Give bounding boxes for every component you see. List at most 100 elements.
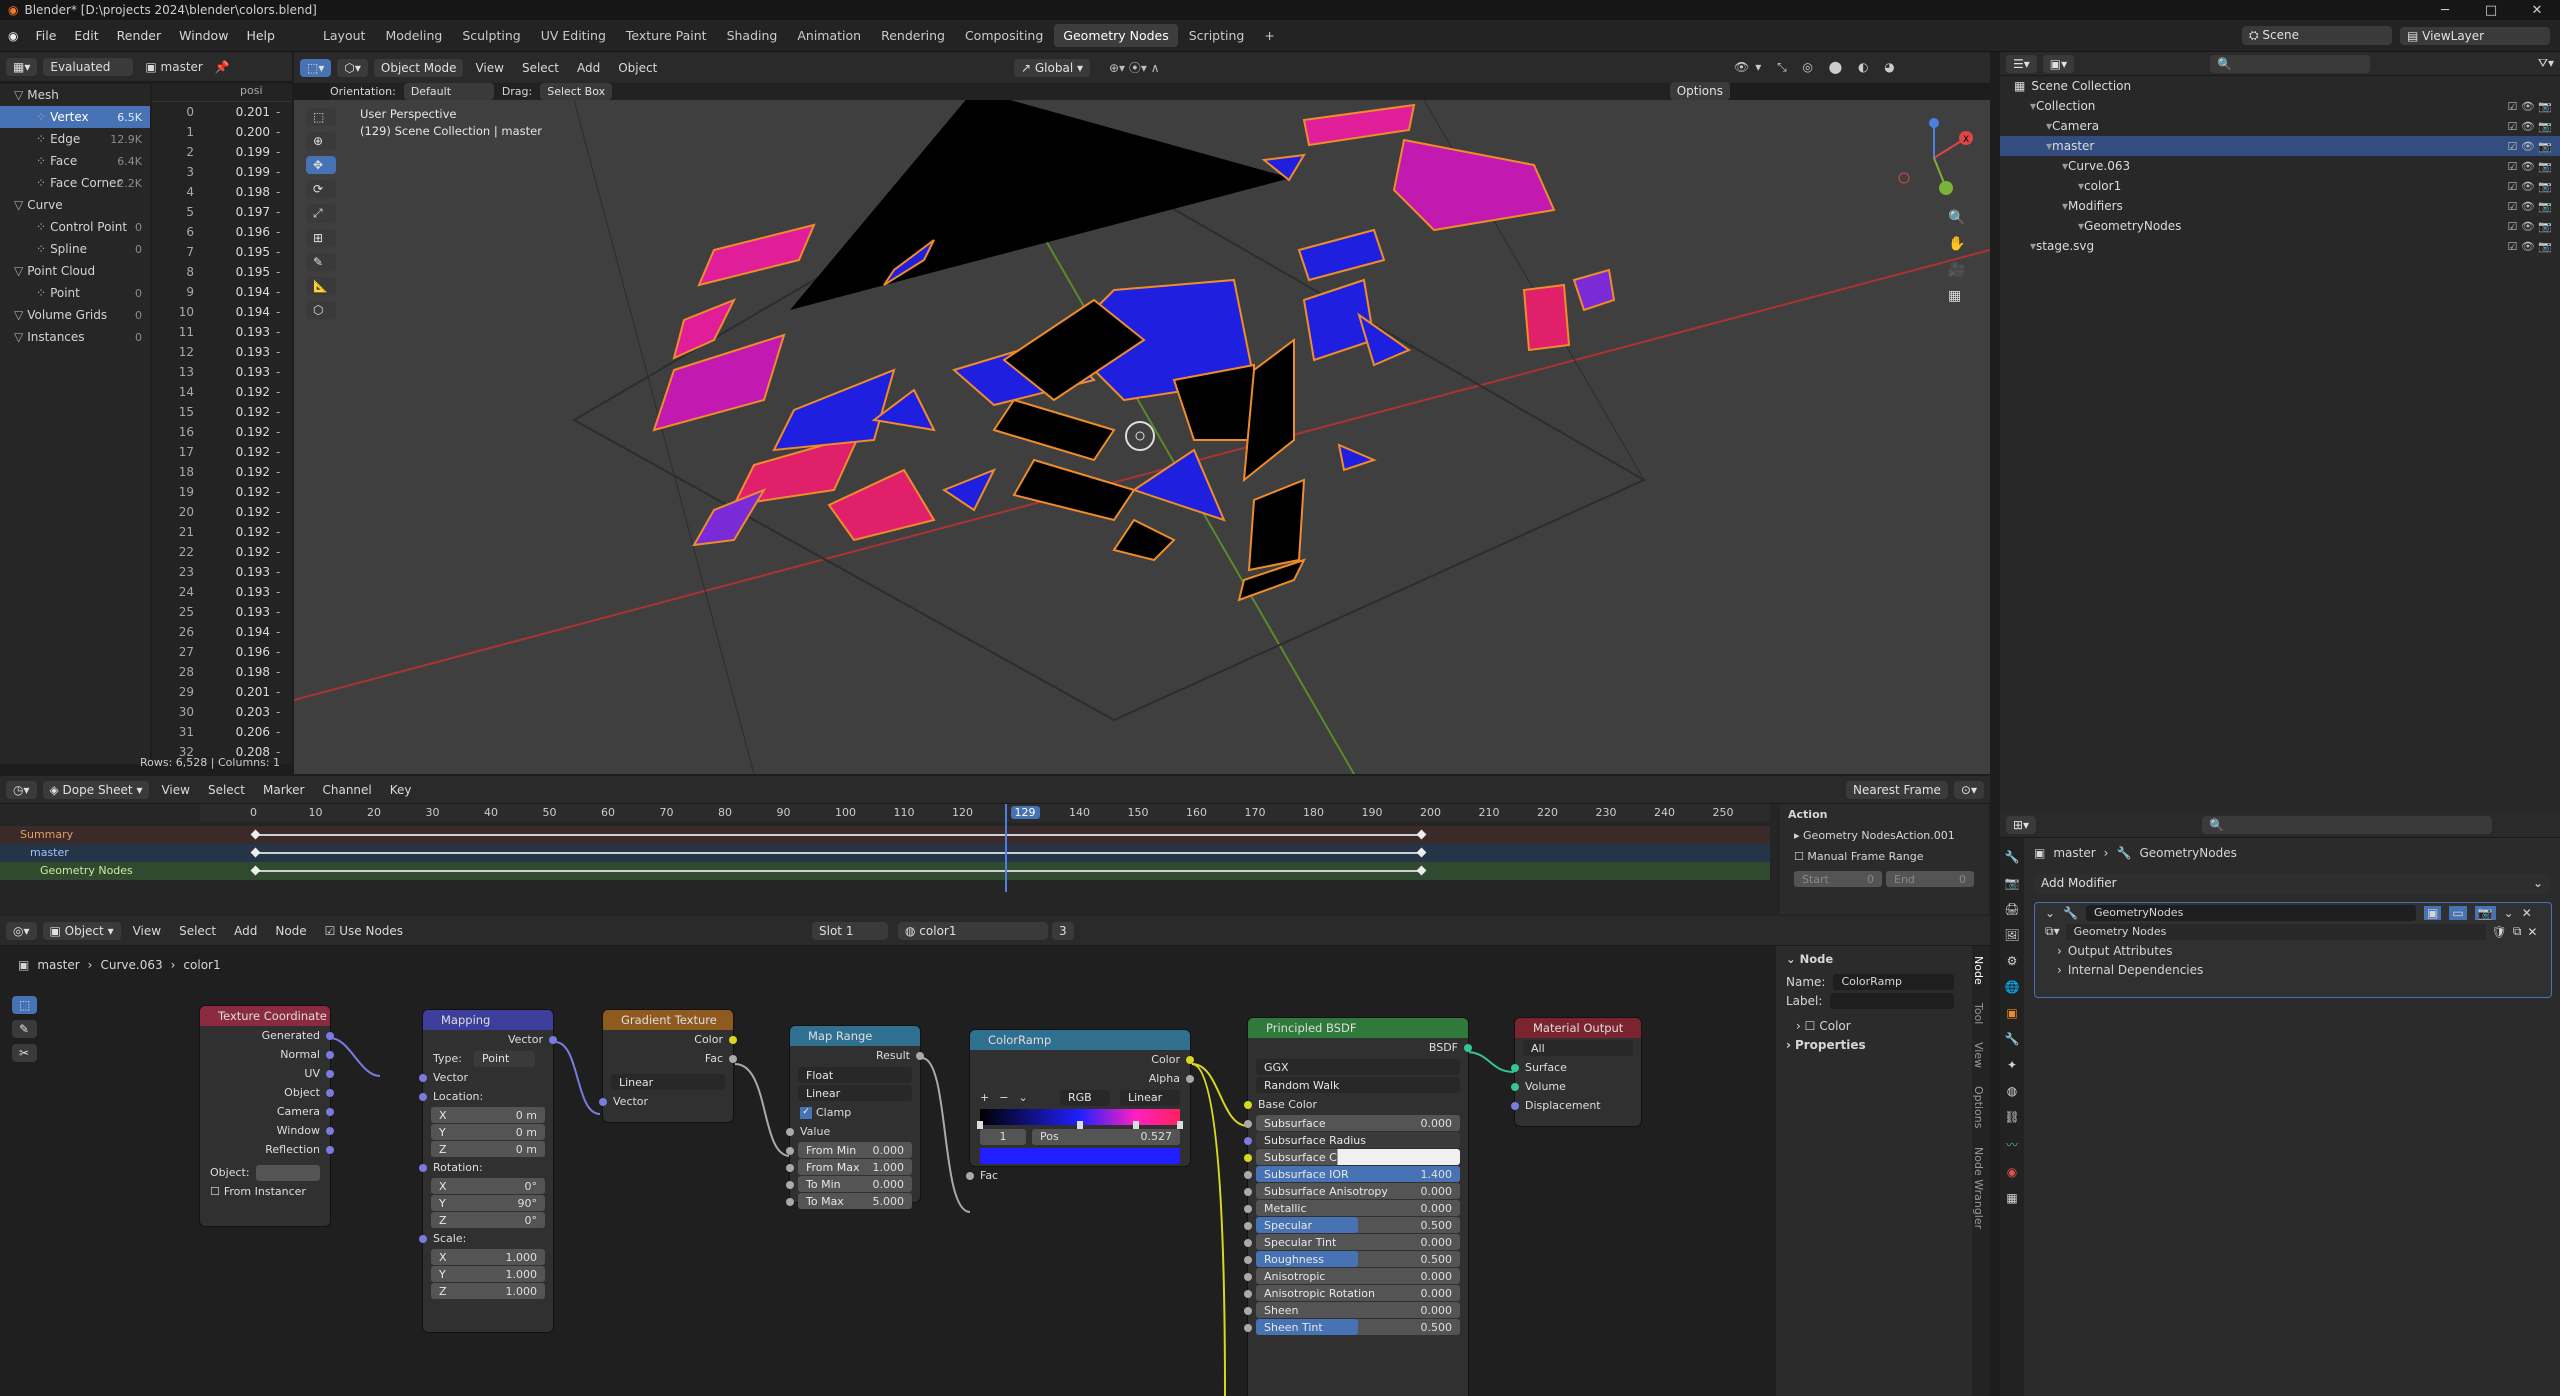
- colorramp-node[interactable]: ColorRamp Color Alpha + − ⌄ RGB Linear 1…: [966, 1030, 1194, 1182]
- column-header-position[interactable]: posi: [152, 84, 292, 102]
- outliner-root[interactable]: ▦ Scene Collection: [2000, 76, 2560, 96]
- output-input-socket[interactable]: [1511, 1102, 1519, 1110]
- bsdf-field[interactable]: Subsurface Anisotropy 0.000: [1256, 1183, 1460, 1199]
- colorramp-alpha-out-socket[interactable]: [1186, 1075, 1194, 1083]
- display-mode-button[interactable]: ▣▾: [2042, 54, 2075, 73]
- visibility-eye-icon[interactable]: ☑ 👁 📷: [2507, 220, 2552, 233]
- editmode-toggle-icon[interactable]: ▣: [2424, 905, 2442, 920]
- colorramp-mode-dropdown[interactable]: RGB: [1060, 1089, 1110, 1106]
- principled-bsdf-header[interactable]: Principled BSDF: [1248, 1018, 1468, 1038]
- spreadsheet-tree-item[interactable]: ⁘ Point 0: [0, 282, 150, 304]
- select-box-icon[interactable]: ⬚: [306, 108, 336, 126]
- spreadsheet-tree-item[interactable]: ▽ Curve: [0, 194, 150, 216]
- gradient-texture-header[interactable]: Gradient Texture: [603, 1010, 733, 1030]
- node-menu-view[interactable]: View: [127, 922, 167, 940]
- maximize-button[interactable]: □: [2468, 3, 2514, 18]
- collapse-chevron-icon[interactable]: ⌄: [2045, 906, 2055, 920]
- workspace-tab-texture-paint[interactable]: Texture Paint: [617, 24, 716, 47]
- particles-tab-icon[interactable]: ✦: [2007, 1058, 2017, 1072]
- bsdf-input-socket[interactable]: [1244, 1205, 1252, 1213]
- outliner-item[interactable]: ▾ GeometryNodes ☑ 👁 📷: [2000, 216, 2560, 236]
- menu-object[interactable]: Object: [612, 59, 663, 77]
- playhead[interactable]: [1005, 804, 1007, 892]
- bsdf-field[interactable]: Specular 0.500: [1256, 1217, 1460, 1233]
- colorramp-interp-dropdown[interactable]: Linear: [1120, 1089, 1180, 1106]
- blender-menu-icon[interactable]: ◉: [0, 29, 26, 43]
- annotate-tool-icon[interactable]: ✎: [306, 253, 336, 271]
- rotate-tool-icon[interactable]: ⟳: [306, 180, 336, 198]
- mapping-scale-field[interactable]: X 1.000: [431, 1249, 545, 1265]
- modifier-name-input[interactable]: GeometryNodes: [2086, 904, 2417, 921]
- editor-type-3d-button[interactable]: ⬡▾: [337, 58, 368, 77]
- add-modifier-button[interactable]: Add Modifier ⌄: [2034, 874, 2550, 894]
- action-name-field[interactable]: ▸ Geometry NodesAction.001: [1780, 825, 1988, 846]
- fake-user-icon[interactable]: 🛡: [2492, 925, 2507, 939]
- tc-output-socket[interactable]: [326, 1089, 334, 1097]
- node-menu-add[interactable]: Add: [228, 922, 263, 940]
- options-dropdown[interactable]: Options: [1669, 82, 1730, 100]
- bsdf-input-socket[interactable]: [1244, 1171, 1252, 1179]
- menu-edit[interactable]: Edit: [65, 28, 107, 43]
- bsdf-input-socket[interactable]: [1244, 1273, 1252, 1281]
- bsdf-input-socket[interactable]: [1244, 1324, 1252, 1332]
- drag-dropdown[interactable]: Select Box: [540, 82, 613, 100]
- bsdf-input-socket[interactable]: [1244, 1307, 1252, 1315]
- menu-add[interactable]: Add: [571, 59, 606, 77]
- mapping-type-dropdown[interactable]: Point: [473, 1050, 535, 1067]
- dope-keyframe-area[interactable]: [200, 804, 1770, 892]
- menu-help[interactable]: Help: [237, 28, 284, 43]
- colorramp-color-out-socket[interactable]: [1186, 1056, 1194, 1064]
- stop-index-field[interactable]: 1: [980, 1128, 1026, 1145]
- tc-object-field[interactable]: [255, 1164, 320, 1181]
- transform-tool-icon[interactable]: ⊞: [306, 229, 336, 247]
- mapping-location-field[interactable]: Z 0 m: [431, 1141, 545, 1157]
- remove-stop-button[interactable]: −: [999, 1091, 1008, 1104]
- node-section-title[interactable]: ⌄ Node: [1776, 946, 1972, 972]
- mapping-scale-field[interactable]: Y 1.000: [431, 1266, 545, 1282]
- map-range-input-socket[interactable]: [786, 1198, 794, 1206]
- spreadsheet-tree-item[interactable]: ⁘ Face Corner 2.2K: [0, 172, 150, 194]
- mapping-rotation-socket[interactable]: [419, 1164, 427, 1172]
- bsdf-field[interactable]: Sheen 0.000: [1256, 1302, 1460, 1318]
- output-target-dropdown[interactable]: All: [1523, 1040, 1633, 1056]
- output-attributes-panel[interactable]: › Output Attributes: [2035, 941, 2551, 960]
- viewport-toggle-icon[interactable]: ▭: [2449, 905, 2467, 920]
- pan-hand-icon[interactable]: ✋: [1948, 236, 1965, 252]
- shader-type-dropdown[interactable]: ▣ Object ▾: [42, 921, 121, 940]
- map-range-header[interactable]: Map Range: [790, 1026, 920, 1046]
- bsdf-out-socket[interactable]: [1464, 1044, 1472, 1052]
- spreadsheet-tree-item[interactable]: ⁘ Face 6.4K: [0, 150, 150, 172]
- texture-coordinate-node[interactable]: Texture Coordinate Generated Normal UV Obje…: [200, 1006, 334, 1226]
- workspace-tab-shading[interactable]: Shading: [718, 24, 787, 47]
- mapping-node[interactable]: Mapping Vector Type: Point Vector Locatio…: [419, 1010, 557, 1332]
- principled-bsdf-node[interactable]: Principled BSDF BSDF GGX Random Walk Bas…: [1244, 1018, 1472, 1396]
- current-frame-indicator[interactable]: 129: [1010, 806, 1040, 819]
- bsdf-input-socket[interactable]: [1244, 1154, 1252, 1162]
- map-range-field[interactable]: To Max 5.000: [798, 1193, 912, 1209]
- mapping-vector-in-socket[interactable]: [419, 1074, 427, 1082]
- dope-menu-view[interactable]: View: [155, 781, 195, 799]
- bsdf-input-socket[interactable]: [1244, 1256, 1252, 1264]
- workspace-tab-sculpting[interactable]: Sculpting: [453, 24, 529, 47]
- map-range-input-socket[interactable]: [786, 1181, 794, 1189]
- bsdf-input-socket[interactable]: [1244, 1239, 1252, 1247]
- colorramp-header[interactable]: ColorRamp: [970, 1030, 1190, 1050]
- bsdf-field[interactable]: Subsurface Radius: [1256, 1132, 1460, 1148]
- node-editor[interactable]: ▣ master › Curve.063 › color1 ⬚ ✎ ✂ Texture…: [0, 946, 1990, 1396]
- node-name-input[interactable]: ColorRamp: [1833, 973, 1954, 990]
- dope-mode-dropdown[interactable]: ◈ Dope Sheet ▾: [42, 780, 150, 799]
- workspace-tab-scripting[interactable]: Scripting: [1180, 24, 1254, 47]
- manual-frame-range-checkbox[interactable]: ☐ Manual Frame Range: [1780, 846, 1988, 867]
- menu-render[interactable]: Render: [108, 28, 171, 43]
- output-input-socket[interactable]: [1511, 1064, 1519, 1072]
- dope-menu-select[interactable]: Select: [202, 781, 251, 799]
- output-input-socket[interactable]: [1511, 1083, 1519, 1091]
- properties-search-input[interactable]: 🔍: [2202, 815, 2493, 834]
- from-instancer-checkbox[interactable]: ☐ From Instancer: [200, 1182, 330, 1201]
- constraints-tab-icon[interactable]: ⛓: [2004, 1110, 2019, 1124]
- zoom-icon[interactable]: 🔍: [1948, 210, 1965, 226]
- spreadsheet-tree-item[interactable]: ▽ Volume Grids 0: [0, 304, 150, 326]
- outliner-search-input[interactable]: 🔍: [2210, 54, 2371, 73]
- gradient-fac-out-socket[interactable]: [729, 1055, 737, 1063]
- pin-icon[interactable]: 📌: [215, 60, 230, 74]
